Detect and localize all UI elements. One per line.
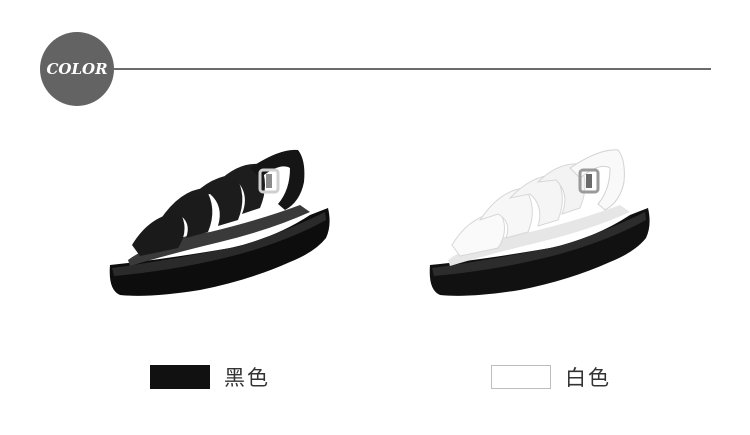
color-option-white[interactable]: 白色	[491, 362, 611, 392]
color-label-white: 白色	[565, 366, 611, 390]
color-badge-label: COLOR	[46, 60, 108, 78]
color-option-black[interactable]: 黑色	[150, 362, 270, 392]
header-divider	[114, 68, 711, 70]
black-sandal-image[interactable]	[100, 120, 340, 330]
color-swatch-white[interactable]	[491, 365, 551, 389]
black-sandal-icon	[109, 149, 330, 296]
white-sandal-image[interactable]	[420, 120, 660, 330]
color-section-badge: COLOR	[40, 32, 114, 106]
white-sandal-icon	[429, 149, 650, 296]
color-swatch-black[interactable]	[150, 365, 210, 389]
color-label-black: 黑色	[224, 366, 270, 390]
